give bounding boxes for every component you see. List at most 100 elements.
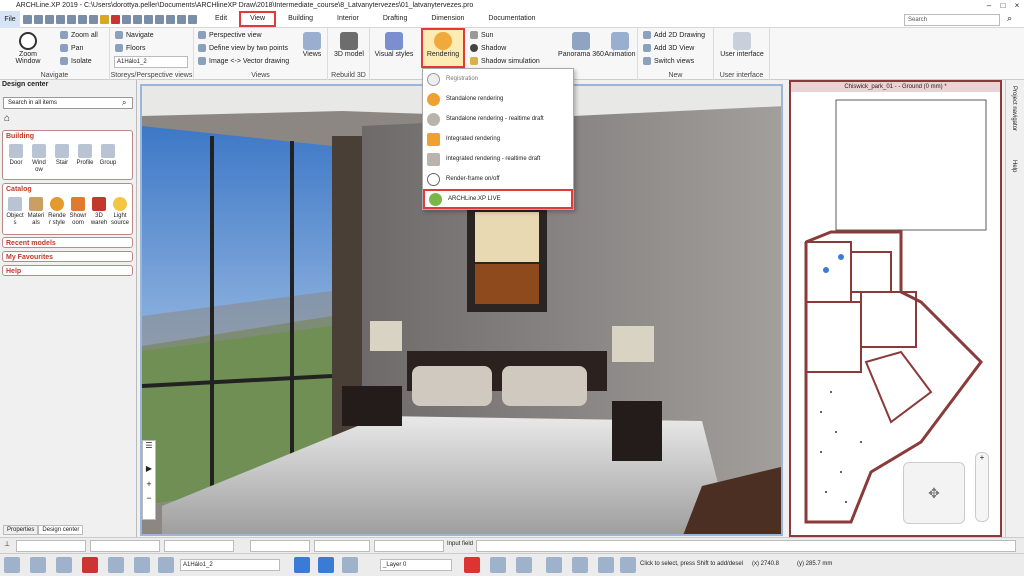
- showroom-tool[interactable]: Showr oom: [68, 197, 88, 227]
- menu-item-integrated[interactable]: Integrated rendering: [423, 129, 573, 149]
- menu-item-registration[interactable]: Registration: [423, 69, 573, 89]
- my-favourites-section[interactable]: My Favourites: [2, 251, 133, 262]
- search-icon[interactable]: ⌕: [122, 98, 126, 108]
- grid-icon[interactable]: [166, 14, 175, 24]
- maximize-icon[interactable]: □: [996, 0, 1010, 11]
- hammer-icon[interactable]: [342, 557, 358, 573]
- shadow-simulation-button[interactable]: Shadow simulation: [470, 57, 540, 65]
- select-icon[interactable]: [158, 557, 174, 573]
- eraser-icon[interactable]: [464, 557, 480, 573]
- 3d-warehouse-tool[interactable]: 3D wareh: [89, 197, 109, 227]
- menu-item-standalone[interactable]: Standalone rendering: [423, 89, 573, 109]
- help-tab[interactable]: Help: [1011, 160, 1017, 172]
- add-3d-view-button[interactable]: Add 3D View: [643, 44, 694, 52]
- input-box-3[interactable]: [164, 540, 234, 552]
- tab-view[interactable]: View: [239, 11, 277, 27]
- user-interface-button[interactable]: User interface: [716, 32, 768, 58]
- dimension-icon[interactable]: [155, 14, 164, 24]
- zoom-all-button[interactable]: Zoom all: [60, 31, 98, 39]
- views-button[interactable]: Views: [298, 32, 326, 58]
- filter-icon[interactable]: [516, 557, 532, 573]
- design-center-search[interactable]: Search in all items: [3, 97, 133, 109]
- search-icon[interactable]: ⌕: [1007, 13, 1012, 24]
- search-input[interactable]: Search: [904, 14, 1000, 26]
- floor-plan-viewport[interactable]: Chiswick_park_01 - - Ground (0 mm) * ✥ +: [789, 80, 1002, 537]
- snap-icon[interactable]: ⊥: [4, 540, 10, 548]
- magnet-icon[interactable]: [82, 557, 98, 573]
- sun-button[interactable]: Sun: [470, 31, 493, 39]
- open-icon[interactable]: [34, 14, 43, 24]
- zoom-in-icon[interactable]: +: [976, 453, 988, 462]
- layer-icon[interactable]: [177, 14, 186, 24]
- tab-design-center[interactable]: Design center: [38, 525, 84, 535]
- menu-item-integrated-draft[interactable]: Integrated rendering - realtime draft: [423, 149, 573, 169]
- input-box-2[interactable]: [90, 540, 160, 552]
- globe-icon[interactable]: [572, 557, 588, 573]
- arrow-up-icon[interactable]: [294, 557, 310, 573]
- perspective-view-button[interactable]: Perspective view: [198, 31, 262, 39]
- define-view-button[interactable]: Define view by two points: [198, 44, 288, 52]
- panorama-button[interactable]: Panorama 360: [558, 32, 604, 58]
- more-icon[interactable]: [620, 557, 636, 573]
- stair-tool[interactable]: Stair: [51, 144, 73, 174]
- paint-icon[interactable]: [100, 14, 109, 24]
- objects-tool[interactable]: Object s: [5, 197, 25, 227]
- zoom-out-icon[interactable]: −: [143, 493, 155, 503]
- materials-tool[interactable]: Materi als: [26, 197, 46, 227]
- pick-icon[interactable]: [122, 14, 131, 24]
- zoom-window-button[interactable]: Zoom Window: [6, 32, 50, 65]
- arrow-down-icon[interactable]: [318, 557, 334, 573]
- frame-icon[interactable]: [56, 557, 72, 573]
- new-icon[interactable]: [23, 14, 32, 24]
- tab-edit[interactable]: Edit: [203, 11, 239, 27]
- undo-icon[interactable]: [67, 14, 76, 24]
- settings-icon[interactable]: [4, 557, 20, 573]
- input-box-4[interactable]: [250, 540, 310, 552]
- render-style-tool[interactable]: Rende r style: [47, 197, 67, 227]
- input-box-1[interactable]: [16, 540, 86, 552]
- save-icon[interactable]: [45, 14, 54, 24]
- recent-models-section[interactable]: Recent models: [2, 237, 133, 248]
- zoom-in-icon[interactable]: +: [143, 479, 155, 489]
- shadow-button[interactable]: Shadow: [470, 44, 506, 52]
- rendering-button[interactable]: Rendering: [421, 28, 465, 68]
- tab-documentation[interactable]: Documentation: [476, 11, 547, 27]
- transform-icon[interactable]: [546, 557, 562, 573]
- play-icon[interactable]: ▶: [143, 464, 155, 473]
- tab-properties[interactable]: Properties: [3, 525, 39, 535]
- group-tool[interactable]: Group: [97, 144, 119, 174]
- door-tool[interactable]: Door: [5, 144, 27, 174]
- tab-dimension[interactable]: Dimension: [419, 11, 476, 27]
- redo-icon[interactable]: [78, 14, 87, 24]
- tab-building[interactable]: Building: [276, 11, 325, 27]
- navigate-button[interactable]: Navigate: [115, 31, 154, 39]
- file-menu[interactable]: File: [0, 10, 20, 28]
- measure-icon[interactable]: [133, 14, 142, 24]
- minimize-icon[interactable]: –: [982, 0, 996, 11]
- menu-item-standalone-draft[interactable]: Standalone rendering - realtime draft: [423, 109, 573, 129]
- link-icon[interactable]: [598, 557, 614, 573]
- snap-icon[interactable]: [144, 14, 153, 24]
- close-icon[interactable]: ×: [1010, 0, 1024, 11]
- ortho-icon[interactable]: [108, 557, 124, 573]
- switch-views-button[interactable]: Switch views: [643, 57, 694, 65]
- menu-item-archline-live[interactable]: ARCHLine.XP LIVE: [423, 189, 573, 209]
- grid-snap-icon[interactable]: [30, 557, 46, 573]
- profile-tool[interactable]: Profile: [74, 144, 96, 174]
- tab-interior[interactable]: Interior: [325, 11, 371, 27]
- layer0-select[interactable]: _Layer 0: [380, 559, 452, 571]
- storey-select[interactable]: A1Hálo1_2: [114, 56, 188, 68]
- menu-item-render-frame[interactable]: Render-frame on/off: [423, 169, 573, 189]
- project-navigator-tab[interactable]: Project navigator: [1011, 86, 1017, 131]
- 3d-model-button[interactable]: 3D model: [330, 32, 368, 58]
- image-vector-button[interactable]: Image <-> Vector drawing: [198, 57, 289, 65]
- input-box-6[interactable]: [374, 540, 444, 552]
- layer-select[interactable]: A1Hálo1_2: [180, 559, 280, 571]
- copy-icon[interactable]: [89, 14, 98, 24]
- floors-button[interactable]: Floors: [115, 44, 145, 52]
- animation-button[interactable]: Animation: [602, 32, 638, 58]
- command-input[interactable]: [476, 540, 1016, 552]
- help-section[interactable]: Help: [2, 265, 133, 276]
- home-icon[interactable]: ⌂: [4, 113, 10, 124]
- print-icon[interactable]: [56, 14, 65, 24]
